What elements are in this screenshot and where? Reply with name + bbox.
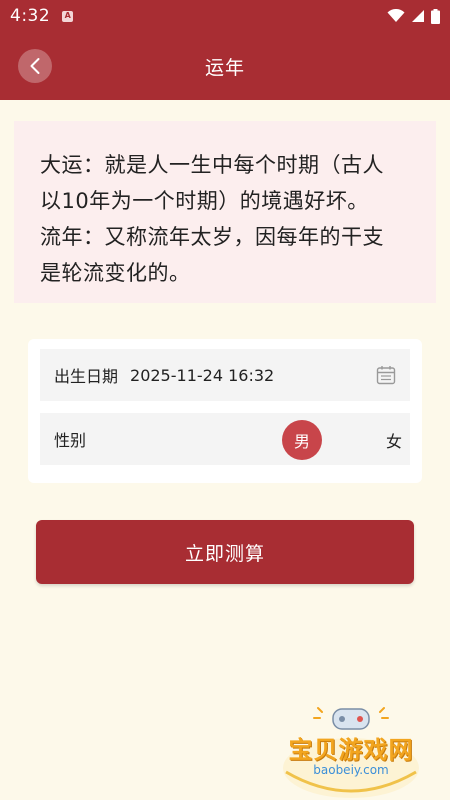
signal-icon [412,10,424,22]
wifi-icon [387,9,405,22]
back-arrow-icon [30,58,40,74]
info-line: 是轮流变化的。 [40,261,191,285]
notification-icon: A [62,10,74,22]
form-card: 出生日期 2025-11-24 16:32 性别 男 女 [28,339,422,483]
info-line: 大运：就是人一生中每个时期（古人 [40,153,384,177]
gender-female-option[interactable]: 女 [374,420,414,460]
calculate-button[interactable]: 立即测算 [36,520,414,584]
info-line: 流年：又称流年太岁，因每年的干支 [40,225,384,249]
gender-label: 性别 [54,431,87,450]
back-button[interactable] [18,49,52,83]
gender-row: 性别 男 女 [40,413,410,465]
battery-icon [431,8,440,24]
calendar-icon[interactable] [376,365,396,385]
status-icons [387,8,440,24]
page-title: 运年 [204,56,245,79]
app-bar: 运年 [0,32,450,100]
status-bar: 4:32 A [0,0,450,32]
status-time: 4:32 [10,6,51,26]
watermark-logo: 宝贝游戏网 baobeiy.com [276,706,426,800]
info-panel: 大运：就是人一生中每个时期（古人 以10年为一个时期）的境遇好坏。 流年：又称流… [14,121,436,303]
gender-male-option[interactable]: 男 [282,420,322,460]
birth-date-row[interactable]: 出生日期 2025-11-24 16:32 [40,349,410,401]
info-line: 以10年为一个时期）的境遇好坏。 [40,189,369,213]
watermark-url: baobeiy.com [313,763,389,777]
watermark-text: 宝贝游戏网 [288,736,414,764]
birth-date-value[interactable]: 2025-11-24 16:32 [130,366,274,385]
birth-date-label: 出生日期 [54,367,119,386]
